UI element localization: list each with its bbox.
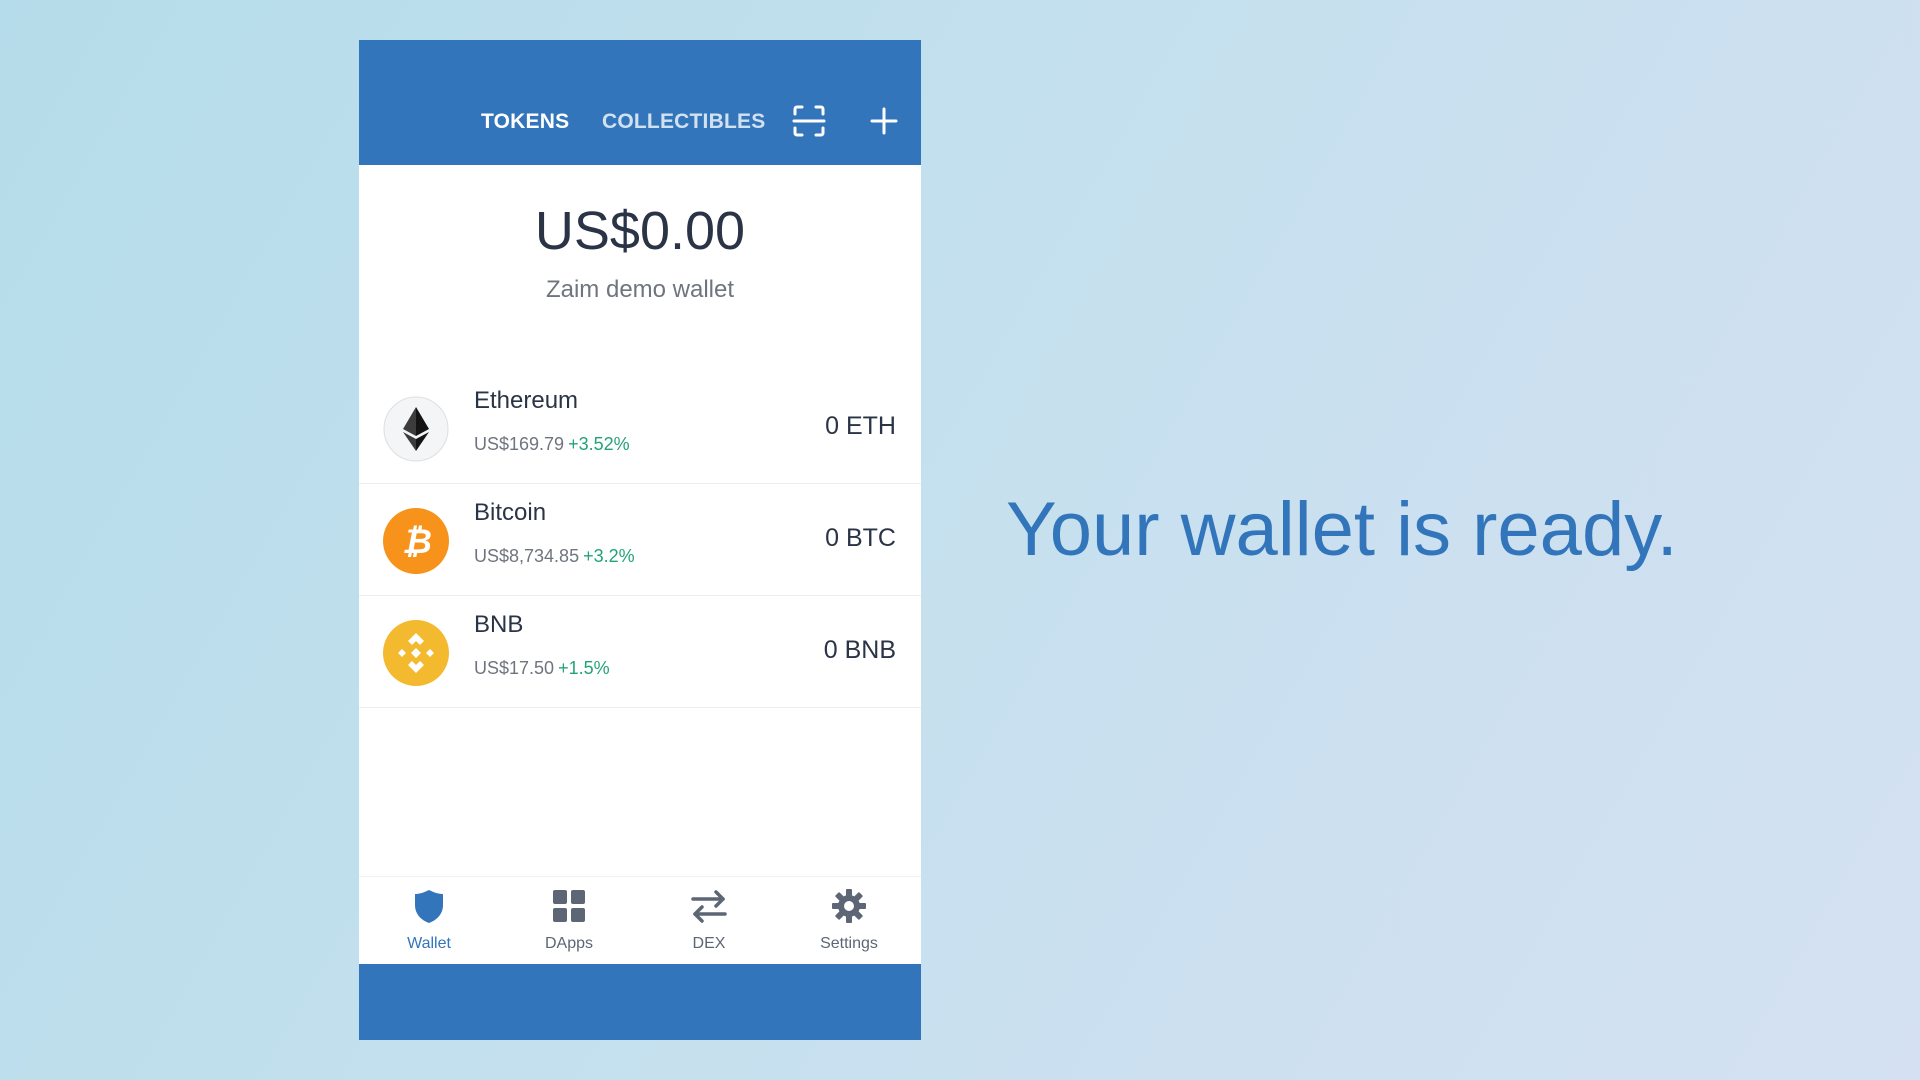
nav-label: Settings (820, 935, 878, 952)
tab-collectibles[interactable]: COLLECTIBLES (602, 110, 765, 134)
token-change: +3.52% (568, 434, 630, 454)
wallet-ready-headline: Your wallet is ready. (1006, 487, 1678, 572)
token-amount: 0 BNB (823, 636, 896, 664)
token-price-value: US$8,734.85 (474, 546, 580, 566)
token-name: BNB (474, 611, 524, 638)
token-amount: 0 ETH (825, 412, 896, 440)
scan-icon[interactable] (792, 104, 826, 138)
svg-text:₿: ₿ (402, 522, 432, 562)
token-amount: 0 BTC (825, 524, 896, 552)
bottom-navigation: Wallet DApps DEX Settings (359, 876, 921, 964)
nav-label: DApps (544, 935, 594, 952)
gear-icon (832, 889, 866, 923)
token-row-bitcoin[interactable]: ₿ Bitcoin US$8,734.85 +3.2% 0 BTC (359, 484, 921, 596)
token-price-value: US$17.50 (474, 658, 555, 678)
bitcoin-icon: ₿ (383, 508, 449, 574)
tab-tokens[interactable]: TOKENS (481, 110, 569, 134)
token-price: US$17.50 +1.5% (474, 658, 610, 679)
token-change: +1.5% (558, 658, 610, 678)
token-row-bnb[interactable]: BNB US$17.50 +1.5% 0 BNB (359, 596, 921, 708)
top-app-bar: TOKENS COLLECTIBLES (359, 40, 921, 165)
nav-dex[interactable]: DEX (639, 877, 779, 965)
nav-dapps[interactable]: DApps (499, 877, 639, 965)
token-price: US$8,734.85 +3.2% (474, 546, 635, 567)
shield-icon (415, 890, 443, 923)
nav-settings[interactable]: Settings (779, 877, 919, 965)
token-price: US$169.79 +3.52% (474, 434, 630, 455)
token-name: Ethereum (474, 387, 579, 414)
ethereum-icon (383, 396, 449, 462)
grid-icon (553, 890, 585, 922)
token-name: Bitcoin (474, 499, 547, 526)
plus-icon[interactable] (867, 104, 901, 138)
nav-wallet[interactable]: Wallet (359, 877, 499, 965)
token-price-value: US$169.79 (474, 434, 565, 454)
token-row-ethereum[interactable]: Ethereum US$169.79 +3.52% 0 ETH (359, 372, 921, 484)
swap-arrows-icon (691, 890, 727, 923)
bnb-icon (383, 620, 449, 686)
total-balance: US$0.00 (534, 201, 746, 261)
phone-screen: TOKENS COLLECTIBLES US$0.00 Zaim demo wa… (359, 40, 921, 1040)
nav-label: DEX (692, 935, 726, 952)
system-bottom-bar (359, 964, 921, 1040)
nav-label: Wallet (407, 935, 451, 952)
token-change: +3.2% (583, 546, 635, 566)
wallet-name: Zaim demo wallet (545, 276, 735, 303)
